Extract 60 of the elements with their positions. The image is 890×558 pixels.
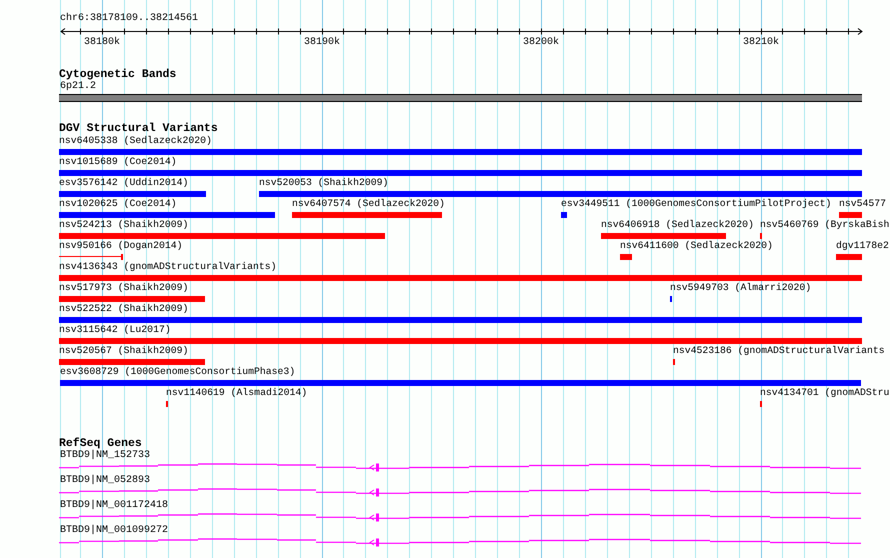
variant-bar[interactable] xyxy=(59,296,205,302)
region-label: chr6:38178109..38214561 xyxy=(60,13,198,25)
tick-label: 38200k xyxy=(522,37,560,48)
variant-label: nsv6405338 (Sedlazeck2020) xyxy=(59,135,212,146)
track-title: RefSeq Genes xyxy=(59,438,142,450)
variant-label: nsv6407574 (Sedlazeck2020) xyxy=(292,198,445,209)
variant-bar[interactable] xyxy=(59,275,862,281)
variant-label: nsv1020625 (Coe2014) xyxy=(59,198,177,209)
variant-bar[interactable] xyxy=(59,317,862,323)
variant-label: nsv54577 xyxy=(839,198,886,209)
variant-bar[interactable] xyxy=(836,254,862,260)
variant-bar[interactable] xyxy=(601,233,726,239)
gene-drawing[interactable] xyxy=(58,463,862,472)
variant-label: nsv6406918 (Sedlazeck2020) xyxy=(601,219,754,230)
gene-label: BTBD9|NM_001099272 xyxy=(60,525,168,537)
variant-label: nsv6411600 (Sedlazeck2020) xyxy=(620,240,773,251)
variant-bar[interactable] xyxy=(59,170,862,176)
variant-label: nsv1015689 (Coe2014) xyxy=(59,156,177,167)
variant-bar[interactable] xyxy=(620,254,632,260)
track-title: Cytogenetic Bands xyxy=(59,69,176,81)
track-title: DGV Structural Variants xyxy=(59,123,218,135)
variant-label: nsv5460769 (ByrskaBish xyxy=(760,219,890,230)
variant-label: nsv950166 (Dogan2014) xyxy=(59,240,182,251)
gene-label: BTBD9|NM_001172418 xyxy=(60,500,168,512)
tick-label: 38210k xyxy=(742,37,780,48)
variant-bar[interactable] xyxy=(59,191,206,197)
tick-label: 38190k xyxy=(302,37,341,48)
variant-label: nsv3115642 (Lu2017) xyxy=(59,324,171,335)
variant-label: nsv520053 (Shaikh2009) xyxy=(259,177,388,188)
variant-bar[interactable] xyxy=(59,149,862,155)
gene-drawing[interactable] xyxy=(58,538,862,546)
band-label: 6p21.2 xyxy=(60,81,96,93)
gene-label: BTBD9|NM_152733 xyxy=(60,450,150,462)
variant-bar[interactable] xyxy=(59,359,205,365)
variant-bar[interactable] xyxy=(292,212,442,218)
variant-label: nsv1140619 (Alsmadi2014) xyxy=(166,387,308,398)
variant-label: nsv520567 (Shaikh2009) xyxy=(59,345,188,356)
gene-drawing[interactable] xyxy=(58,513,862,522)
variant-label: nsv517973 (Shaikh2009) xyxy=(59,282,188,293)
variant-label: esv3608729 (1000GenomesConsortiumPhase3) xyxy=(60,366,296,377)
variant-label: nsv4136343 (gnomADStructuralVariants) xyxy=(59,261,277,272)
variant-line[interactable] xyxy=(59,254,123,260)
variant-label: nsv5949703 (Almarri2020) xyxy=(670,282,812,293)
variant-bar[interactable] xyxy=(59,212,275,218)
variant-label: nsv522522 (Shaikh2009) xyxy=(59,303,188,314)
gene-drawing[interactable] xyxy=(58,488,862,496)
tick-label: 38180k xyxy=(82,37,121,48)
variant-label: esv3449511 (1000GenomesConsortiumPilotProject) xyxy=(561,198,832,209)
variant-bar[interactable] xyxy=(60,380,861,386)
gene-label: BTBD9|NM_052893 xyxy=(60,475,150,487)
variant-bar[interactable] xyxy=(59,338,862,344)
variant-bar[interactable] xyxy=(259,191,862,197)
variant-label: dgv1178e2 xyxy=(836,240,889,251)
variant-bar[interactable] xyxy=(839,212,862,218)
variant-bar[interactable] xyxy=(561,212,567,218)
variant-label: esv3576142 (Uddin2014) xyxy=(59,177,188,188)
variant-label: nsv524213 (Shaikh2009) xyxy=(59,219,188,230)
variant-bar[interactable] xyxy=(59,233,385,239)
variant-label: nsv4523186 (gnomADStructuralVariants xyxy=(673,345,885,356)
variant-label: nsv4134701 (gnomADStru xyxy=(760,387,890,398)
